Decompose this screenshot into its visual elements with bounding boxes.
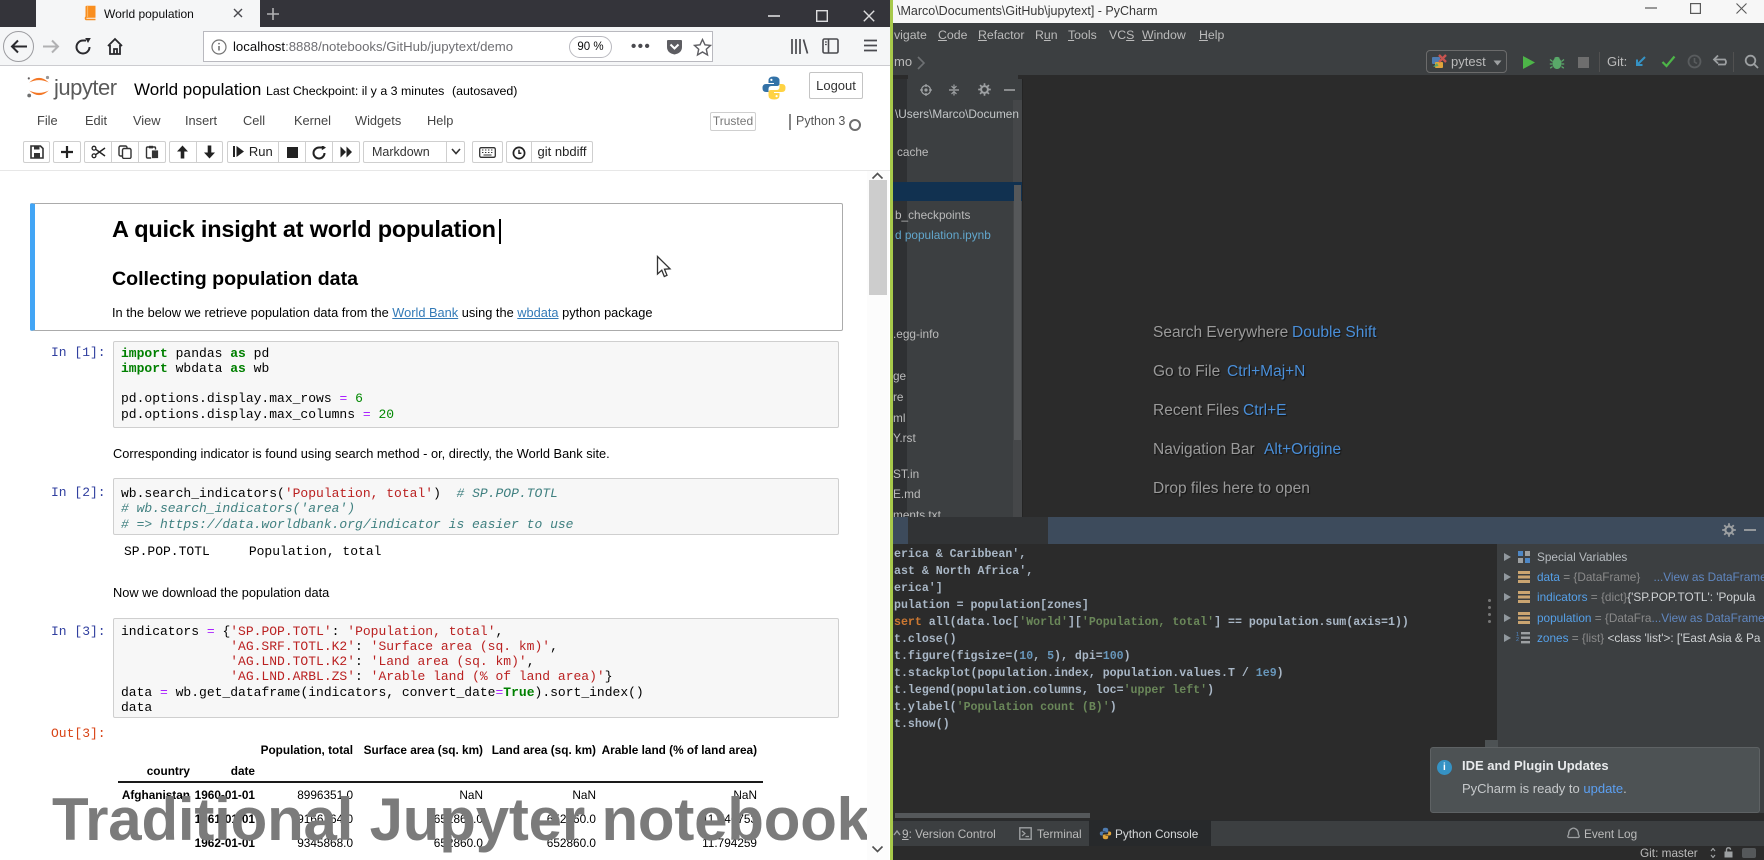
svg-text:2: 2	[1516, 637, 1519, 643]
